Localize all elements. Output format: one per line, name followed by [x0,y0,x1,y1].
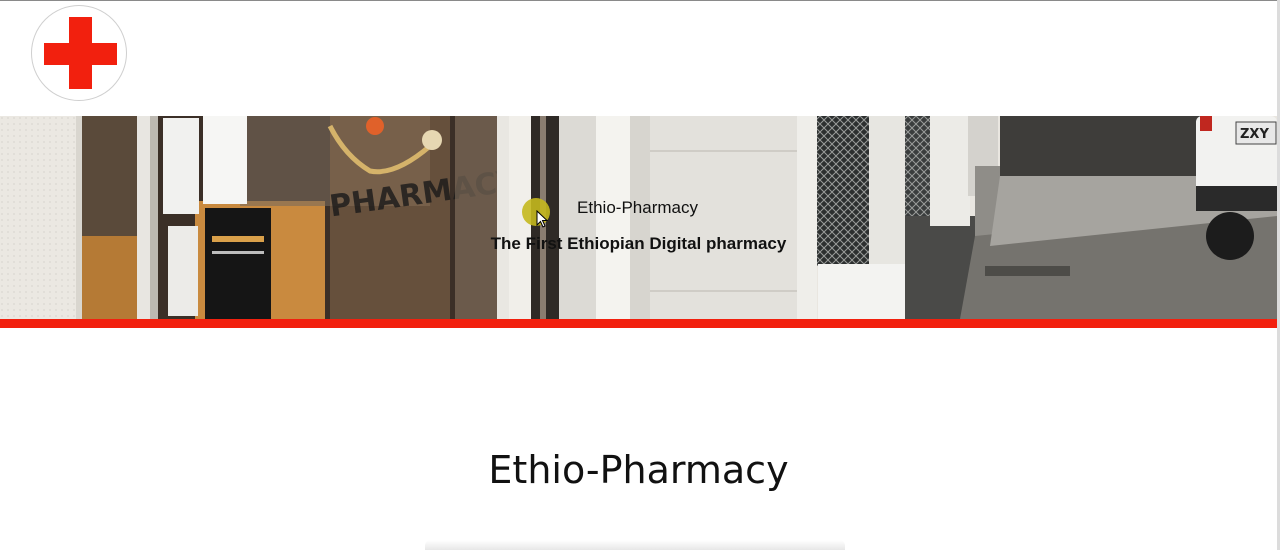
red-cross-icon [44,17,117,89]
accent-stripe [0,319,1277,328]
content-card-top [425,540,845,550]
banner-title: Ethio-Pharmacy [0,198,1277,218]
section-heading: Ethio-Pharmacy [488,448,789,492]
hero-banner: PHARMACY ZXY Ethio-Pharmacy The First Et… [0,116,1277,319]
site-header [0,1,1280,116]
banner-title-text: Ethio-Pharmacy [577,198,698,217]
page: PHARMACY ZXY Ethio-Pharmacy The First Et… [0,0,1280,550]
mouse-pointer-icon [536,210,549,228]
svg-text:ZXY: ZXY [1240,127,1269,142]
site-logo[interactable] [31,5,127,101]
banner-subtitle: The First Ethiopian Digital pharmacy [490,234,787,253]
